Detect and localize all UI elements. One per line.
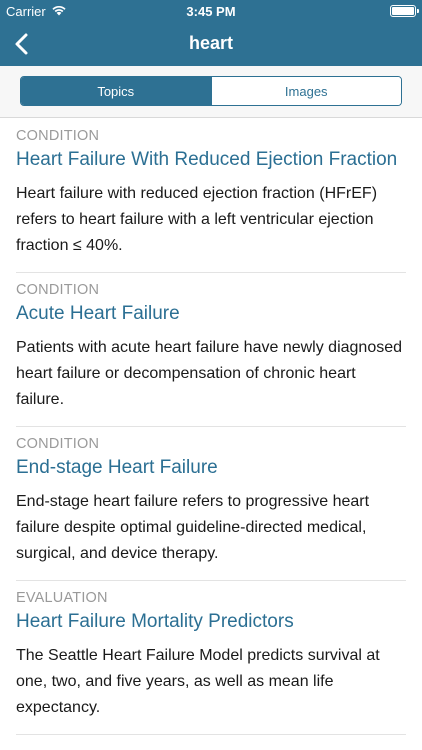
item-description: Patients with acute heart failure have n… — [16, 339, 403, 408]
item-description: The Seattle Heart Failure Model predicts… — [16, 647, 380, 716]
item-description: End-stage heart failure refers to progre… — [16, 493, 370, 562]
page-title: heart — [188, 33, 233, 53]
segment-bar: Topics Images — [0, 66, 422, 118]
item-title[interactable]: Heart Failure With Reduced Ejection Frac… — [16, 148, 406, 172]
list-item[interactable]: CONDITION End-stage Heart Failure End-st… — [0, 427, 422, 581]
top-bar: Carrier 3:45 PM heart — [0, 0, 422, 66]
item-category: CONDITION — [16, 128, 100, 144]
item-title[interactable]: Heart Failure Mortality Predictors — [16, 610, 406, 634]
navigation-bar: heart — [0, 22, 422, 66]
list-item[interactable]: CONDITION Heart Failure With Reduced Eje… — [0, 119, 422, 273]
results-list: CONDITION Heart Failure With Reduced Eje… — [0, 119, 422, 735]
list-item[interactable]: CONDITION Acute Heart Failure Patients w… — [0, 273, 422, 427]
item-category: CONDITION — [16, 436, 100, 452]
tab-topics[interactable]: Topics — [21, 77, 211, 105]
list-item[interactable]: EVALUATION Heart Failure Mortality Predi… — [0, 581, 422, 735]
status-time: 3:45 PM — [186, 4, 236, 19]
item-title[interactable]: End-stage Heart Failure — [16, 456, 406, 480]
status-bar: Carrier 3:45 PM — [0, 0, 422, 22]
segmented-control: Topics Images — [20, 76, 402, 106]
item-category: EVALUATION — [16, 590, 108, 606]
item-title[interactable]: Acute Heart Failure — [16, 302, 406, 326]
battery-icon — [390, 5, 419, 17]
item-description: Heart failure with reduced ejection frac… — [16, 185, 378, 254]
item-category: CONDITION — [16, 282, 100, 298]
tab-images[interactable]: Images — [210, 77, 401, 105]
